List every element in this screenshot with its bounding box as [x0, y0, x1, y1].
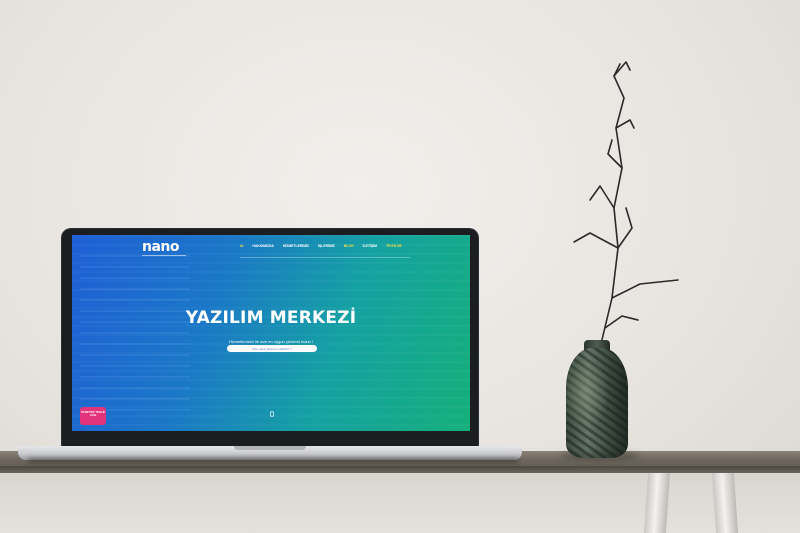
nav-item-ai[interactable]: AI	[240, 244, 243, 248]
laptop-opening-notch	[234, 446, 306, 450]
hero-cta-button[interactable]: Size nasıl yardımcı olabiliriz ?	[227, 345, 317, 352]
scroll-down-icon[interactable]	[270, 411, 274, 417]
free-quote-badge[interactable]: ÜCRETSİZ TEKLİF ALIN	[80, 407, 106, 425]
hero-subtitle: Hizmetlerimizi ile size en uygun çözümü …	[228, 339, 314, 344]
logo-tagline-line	[142, 255, 186, 256]
table-leg	[711, 473, 739, 533]
nav-item-services[interactable]: HİZMETLERİMİZ	[283, 244, 309, 248]
code-background-left	[80, 255, 190, 415]
website-navbar: nano AI HAKKIMIZDA HİZMETLERİMİZ İŞLERİM…	[72, 235, 470, 261]
table-edge	[0, 466, 800, 473]
vase-shadow	[560, 452, 640, 460]
dry-branches	[573, 61, 679, 349]
laptop-screen: nano AI HAKKIMIZDA HİZMETLERİMİZ İŞLERİM…	[72, 235, 470, 431]
floor-background	[0, 473, 800, 533]
laptop-shadow	[28, 458, 518, 463]
hero-title: YAZILIM MERKEZİ	[185, 308, 357, 328]
nav-item-contact[interactable]: İLETİŞİM	[363, 244, 377, 248]
nav-item-works[interactable]: İŞLERİMİZ	[318, 244, 335, 248]
glass-vase	[566, 348, 628, 458]
nav-item-blog[interactable]: BLOG	[344, 244, 354, 248]
nav-menu: AI HAKKIMIZDA HİZMETLERİMİZ İŞLERİMİZ BL…	[240, 244, 402, 248]
table-leg	[643, 473, 671, 533]
site-logo[interactable]: nano	[142, 239, 180, 255]
language-switcher[interactable]: TR EN DE	[386, 244, 402, 248]
nav-item-about[interactable]: HAKKIMIZDA	[252, 244, 273, 248]
nav-divider	[240, 257, 410, 258]
